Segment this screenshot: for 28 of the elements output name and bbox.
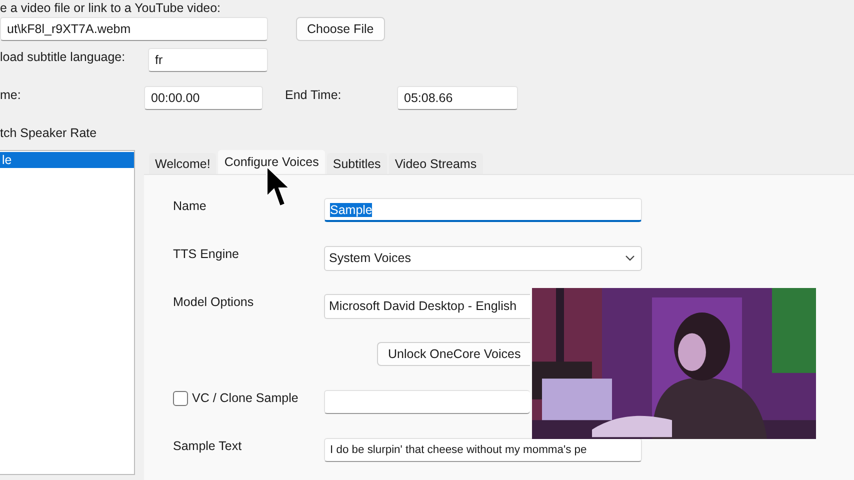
instruction-text: e a video file or link to a YouTube video: [0, 1, 221, 15]
end-time-label: End Time: [285, 88, 342, 102]
start-time-label: me: [0, 88, 22, 102]
tab[interactable]: Video Streams [388, 153, 483, 174]
start-time-field[interactable]: 00:00.00 [144, 86, 263, 110]
file-path-field[interactable]: ut\kF8l_r9XT7A.webm [0, 16, 268, 40]
choose-file-button[interactable]: Choose File [296, 16, 385, 40]
model-options-dropdown[interactable]: Microsoft David Desktop - English [324, 294, 530, 318]
tab[interactable]: Welcome! [149, 153, 216, 174]
name-label: Name [173, 199, 208, 213]
sample-text-field[interactable]: I do be slurpin' that cheese without my momma's pe [324, 438, 642, 462]
tts-engine-label: TTS Engine [173, 247, 240, 261]
model-options-label: Model Options [173, 295, 255, 309]
speaker-list-item[interactable]: le [0, 152, 134, 168]
vc-clone-label: VC / Clone Sample [192, 391, 298, 405]
tab[interactable]: Subtitles [326, 153, 387, 174]
checkbox[interactable] [173, 390, 188, 406]
sample-text-label: Sample Text [173, 439, 243, 453]
speaker-rate-label: tch Speaker Rate [0, 126, 97, 140]
clone-sample-field[interactable] [324, 390, 530, 414]
subtitle-language-label: load subtitle language: [0, 50, 126, 64]
subtitle-language-field[interactable]: fr [148, 48, 268, 72]
tts-engine-dropdown[interactable]: System Voices [324, 246, 642, 270]
end-time-field[interactable]: 05:08.66 [397, 86, 518, 110]
unlock-voices-button[interactable]: Unlock OneCore Voices [377, 342, 530, 366]
chevron-down-icon [625, 255, 635, 261]
name-field[interactable]: Sample [324, 198, 642, 222]
tab[interactable]: Configure Voices [218, 150, 325, 174]
